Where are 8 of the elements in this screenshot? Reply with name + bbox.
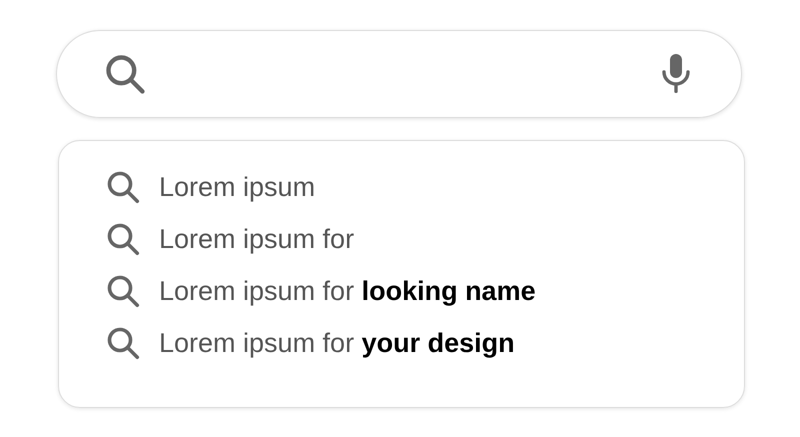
search-icon — [105, 325, 141, 361]
search-icon — [105, 221, 141, 257]
search-icon — [105, 169, 141, 205]
suggestion-item[interactable]: Lorem ipsum for your design — [159, 322, 515, 364]
suggestion-item[interactable]: Lorem ipsum — [159, 166, 316, 208]
suggestion-item[interactable]: Lorem ipsum for — [159, 218, 354, 260]
suggestion-item[interactable]: Lorem ipsum for looking name — [159, 270, 536, 312]
search-icon — [105, 273, 141, 309]
